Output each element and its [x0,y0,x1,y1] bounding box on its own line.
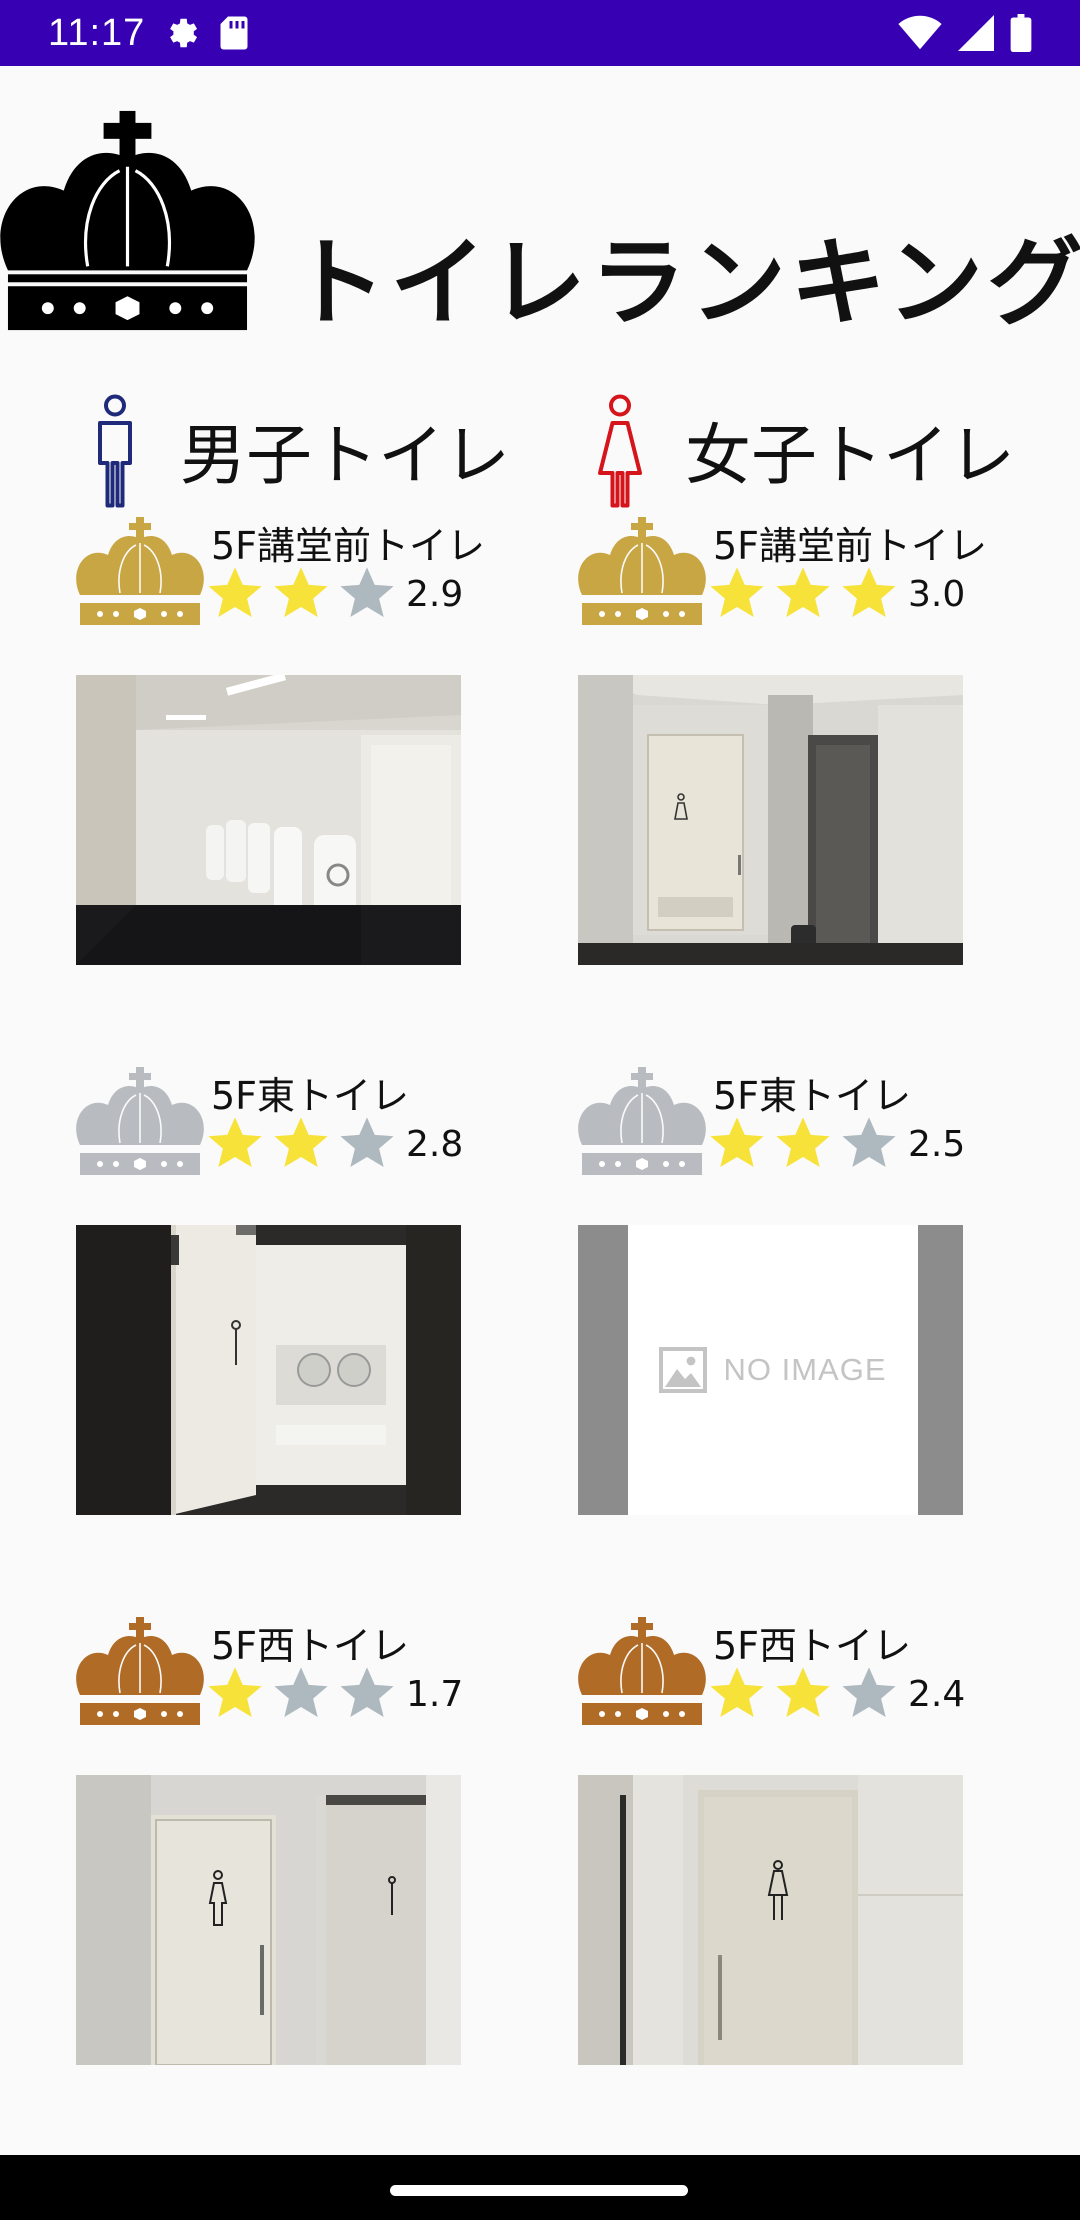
star-filled-icon [274,1117,328,1167]
toilet-photo[interactable] [76,1225,461,1515]
star-filled-icon [776,1117,830,1167]
toilet-name: 5F西トイレ [211,1624,410,1668]
wifi-icon [898,15,942,50]
star-rating: 2.4 [708,1665,965,1723]
female-person-icon [598,394,642,507]
star-filled-icon [710,1667,764,1717]
star-filled-icon [710,567,764,617]
silver-crown-icon [76,1067,204,1175]
toilet-name: 5F講堂前トイレ [713,524,988,568]
bronze-crown-icon [76,1617,204,1725]
crown-icon [0,110,255,331]
star-filled-icon [710,1117,764,1167]
male-person-icon [98,394,132,507]
toilet-name: 5F東トイレ [211,1074,410,1118]
toilet-photo[interactable] [76,1775,461,2065]
star-rating: 2.8 [206,1115,463,1173]
male-column-label: 男子トイレ [180,417,510,494]
silver-crown-icon [578,1067,706,1175]
rating-score: 2.8 [406,1123,464,1165]
star-rating: 2.5 [708,1115,965,1173]
toilet-name: 5F西トイレ [713,1624,912,1668]
settings-icon [170,18,198,48]
signal-icon [958,15,994,51]
star-filled-icon [208,567,262,617]
star-filled-icon [842,567,896,617]
bronze-crown-icon [578,1617,706,1725]
star-rating: 3.0 [708,565,965,623]
star-filled-icon [208,1117,262,1167]
star-empty-icon [842,1667,896,1717]
toilet-photo[interactable] [76,675,461,965]
sd-card-icon [220,16,248,50]
star-empty-icon [340,567,394,617]
no-image-text: NO IMAGE [723,1352,887,1387]
app-header: トイレランキング [0,110,1080,340]
toilet-photo[interactable] [578,1775,963,2065]
status-time: 11:17 [48,11,146,54]
no-image-placeholder[interactable]: NO IMAGE [578,1225,963,1515]
female-column-label: 女子トイレ [685,417,1015,494]
home-handle[interactable] [390,2185,688,2196]
system-nav-bar [0,2155,1080,2220]
toilet-name: 5F東トイレ [713,1074,912,1118]
image-placeholder-icon [659,1347,708,1393]
status-bar: 11:17 [0,0,1080,66]
star-empty-icon [274,1667,328,1717]
male-column-header: 男子トイレ [90,390,510,510]
gold-crown-icon [578,517,706,625]
page-title: トイレランキング [290,226,1080,339]
toilet-name: 5F講堂前トイレ [211,524,486,568]
star-filled-icon [208,1667,262,1717]
star-empty-icon [842,1117,896,1167]
star-filled-icon [776,567,830,617]
rating-score: 1.7 [406,1673,464,1715]
rating-score: 2.9 [406,573,464,615]
star-filled-icon [776,1667,830,1717]
rating-score: 2.5 [908,1123,966,1165]
star-rating: 1.7 [206,1665,463,1723]
female-column-header: 女子トイレ [595,390,1015,510]
star-filled-icon [274,567,328,617]
gold-crown-icon [76,517,204,625]
star-rating: 2.9 [206,565,463,623]
rating-score: 2.4 [908,1673,966,1715]
star-empty-icon [340,1117,394,1167]
star-empty-icon [340,1667,394,1717]
rating-score: 3.0 [908,573,966,615]
battery-icon [1010,14,1032,52]
toilet-photo[interactable] [578,675,963,965]
